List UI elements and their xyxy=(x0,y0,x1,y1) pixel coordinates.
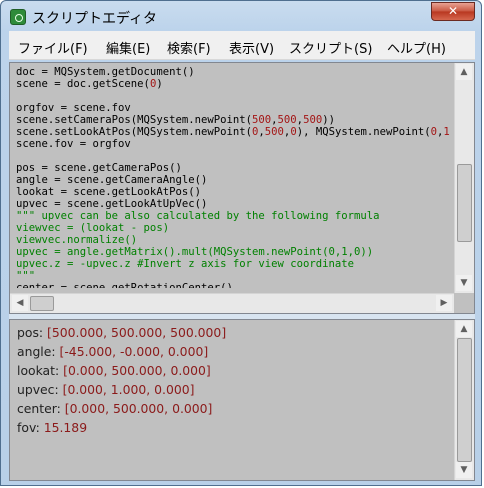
code-comment: upvec.z = -upvec.z #Invert z axis for vi… xyxy=(16,258,355,270)
output-value: [0.000, 500.000, 0.000] xyxy=(63,363,211,378)
code-token: scene.setCameraPos(MQSystem.newPoint( xyxy=(16,114,252,126)
code-line: orgfov = scene.fov xyxy=(16,102,452,114)
output-value: [-45.000, -0.000, 0.000] xyxy=(59,344,209,359)
code-line: viewvec = (lookat - pos) xyxy=(16,222,452,234)
code-number: 500 xyxy=(277,114,297,126)
code-line: lookat = scene.getLookAtPos() xyxy=(16,186,452,198)
code-token: scene = doc.getScene( xyxy=(16,78,150,90)
code-vertical-scroll-thumb[interactable] xyxy=(457,163,472,242)
code-horizontal-scroll-thumb[interactable] xyxy=(30,296,54,311)
output-line: angle: [-45.000, -0.000, 0.000] xyxy=(17,344,208,360)
output-vertical-scroll-thumb[interactable] xyxy=(457,338,472,462)
scroll-right-icon[interactable]: ▶ xyxy=(436,295,452,311)
close-button[interactable]: ✕ xyxy=(431,2,475,21)
scroll-left-icon[interactable]: ◀ xyxy=(12,295,28,311)
menu-help[interactable]: ヘルプ(H) xyxy=(387,38,446,57)
code-token: orgfov = scene.fov xyxy=(16,102,131,114)
menu-bar: ファイル(F) 編集(E) 検索(F) 表示(V) スクリプト(S) ヘルプ(H… xyxy=(9,31,475,60)
code-comment: """ xyxy=(16,270,36,282)
code-comment: upvec = angle.getMatrix().mult(MQSystem.… xyxy=(16,246,374,258)
menu-file[interactable]: ファイル(F) xyxy=(18,38,88,57)
output-console[interactable]: pos: [500.000, 500.000, 500.000] angle: [… xyxy=(9,319,475,481)
scroll-up-icon[interactable]: ▲ xyxy=(456,64,472,80)
output-line: center: [0.000, 500.000, 0.000] xyxy=(17,401,212,417)
output-line: pos: [500.000, 500.000, 500.000] xyxy=(17,325,226,341)
code-line: pos = scene.getCameraPos() xyxy=(16,162,452,174)
code-comment: viewvec = (lookat - pos) xyxy=(16,222,170,234)
output-scroll-up-icon[interactable]: ▲ xyxy=(456,321,472,337)
output-line: fov: 15.189 xyxy=(17,420,87,436)
code-token: angle = scene.getCameraAngle() xyxy=(16,174,208,186)
code-token: )) xyxy=(322,114,335,126)
app-icon xyxy=(10,9,26,25)
code-comment: """ upvec can be also calculated by the … xyxy=(16,210,380,222)
output-value: 15.189 xyxy=(43,420,88,435)
code-token: ) xyxy=(156,78,163,90)
code-line: upvec = angle.getMatrix().mult(MQSystem.… xyxy=(16,246,452,258)
script-editor-window: スクリプトエディタ ✕ ファイル(F) 編集(E) 検索(F) 表示(V) スク… xyxy=(0,0,482,486)
code-token: scene.setLookAtPos(MQSystem.newPoint( xyxy=(16,126,252,138)
code-token: ), MQSystem.newPoint( xyxy=(296,126,431,138)
code-comment: viewvec.normalize() xyxy=(16,234,138,246)
output-scroll-down-icon[interactable]: ▼ xyxy=(456,462,472,478)
title-bar[interactable]: スクリプトエディタ ✕ xyxy=(1,1,481,31)
menu-edit[interactable]: 編集(E) xyxy=(106,38,150,57)
scroll-down-icon[interactable]: ▼ xyxy=(456,275,472,291)
code-token: , xyxy=(450,126,452,138)
code-token: doc = MQSystem.getDocument() xyxy=(16,66,195,78)
code-horizontal-scrollbar[interactable]: ◀ ▶ xyxy=(10,293,454,313)
menu-search[interactable]: 検索(F) xyxy=(167,38,211,57)
output-label: pos: xyxy=(17,325,48,340)
code-token: upvec = scene.getLookAtUpVec() xyxy=(16,198,208,210)
code-line: doc = MQSystem.getDocument() xyxy=(16,66,452,78)
code-line: scene.fov = orgfov xyxy=(16,138,452,150)
code-number: 500 xyxy=(252,114,272,126)
code-token: pos = scene.getCameraPos() xyxy=(16,162,182,174)
output-line: upvec: [0.000, 1.000, 0.000] xyxy=(17,382,194,398)
menu-script[interactable]: スクリプト(S) xyxy=(289,38,372,57)
code-line: """ upvec can be also calculated by the … xyxy=(16,210,452,222)
output-vertical-scrollbar[interactable]: ▲ ▼ xyxy=(454,320,474,480)
code-line: angle = scene.getCameraAngle() xyxy=(16,174,452,186)
output-label: upvec: xyxy=(17,382,63,397)
code-token: center = scene.getRotationCenter() xyxy=(16,282,233,288)
code-vertical-scrollbar[interactable]: ▲ ▼ xyxy=(454,63,474,293)
output-value: [0.000, 500.000, 0.000] xyxy=(64,401,213,416)
output-label: fov: xyxy=(17,420,44,435)
output-label: center: xyxy=(17,401,65,416)
code-line: """ xyxy=(16,270,452,282)
code-number: 500 xyxy=(264,126,284,138)
code-line: center = scene.getRotationCenter() xyxy=(16,282,452,288)
output-value: [0.000, 1.000, 0.000] xyxy=(62,382,195,397)
code-token: lookat = scene.getLookAtPos() xyxy=(16,186,201,198)
code-text[interactable]: doc = MQSystem.getDocument() scene = doc.… xyxy=(16,66,452,288)
code-token: scene.fov = orgfov xyxy=(16,138,131,150)
menu-view[interactable]: 表示(V) xyxy=(229,38,274,57)
window-title: スクリプトエディタ xyxy=(32,11,158,27)
code-line: upvec.z = -upvec.z #Invert z axis for vi… xyxy=(16,258,452,270)
code-line: upvec = scene.getLookAtUpVec() xyxy=(16,198,452,210)
output-line: lookat: [0.000, 500.000, 0.000] xyxy=(17,363,211,379)
code-line: scene.setLookAtPos(MQSystem.newPoint(0,5… xyxy=(16,126,452,138)
output-label: lookat: xyxy=(17,363,64,378)
output-value: [500.000, 500.000, 500.000] xyxy=(47,325,227,340)
code-editor[interactable]: doc = MQSystem.getDocument() scene = doc.… xyxy=(9,62,475,314)
code-line: viewvec.normalize() xyxy=(16,234,452,246)
code-line: scene.setCameraPos(MQSystem.newPoint(500… xyxy=(16,114,452,126)
code-number: 500 xyxy=(303,114,323,126)
output-label: angle: xyxy=(17,344,60,359)
code-line: scene = doc.getScene(0) xyxy=(16,78,452,90)
